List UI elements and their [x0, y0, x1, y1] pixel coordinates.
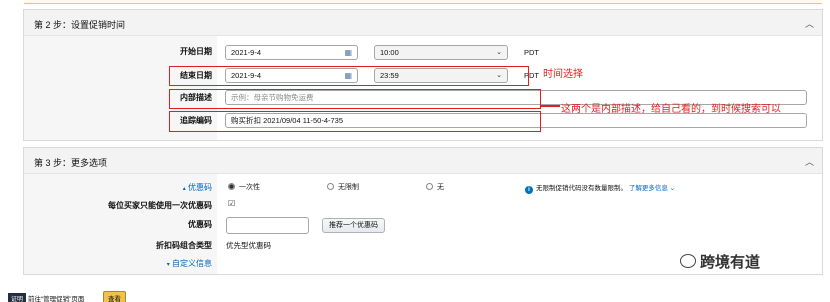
annotation-box-internal-desc [169, 89, 541, 109]
radio-icon [426, 183, 433, 190]
learn-more-link[interactable]: 了解更多信息 [629, 185, 668, 192]
annotation-time-note: 时间选择 [543, 69, 583, 80]
once-per-buyer-checkbox[interactable]: ☑ [228, 199, 235, 208]
radio-once[interactable]: 一次性 [228, 182, 260, 192]
suggest-coupon-button[interactable]: 推荐一个优惠码 [322, 218, 385, 233]
chevron-down-icon: ⌄ [667, 185, 676, 192]
step3-header[interactable]: 第 3 步：更多选项 ︿ [24, 148, 822, 174]
view-button[interactable]: 查看 [103, 291, 126, 302]
start-time-value: 10:00 [380, 48, 399, 57]
calendar-icon[interactable]: ▦ [344, 47, 352, 59]
annotation-desc-note: 这两个是内部描述，给自己看的，到时候搜索可以 [561, 104, 781, 115]
radio-unlimited[interactable]: 无限制 [327, 182, 359, 192]
combo-type-value: 优先型优惠码 [226, 241, 271, 250]
coupon-info: i 无限制促销代码没有数量限制。 了解更多信息 ⌄ [525, 182, 675, 194]
chevron-up-icon[interactable]: ︿ [805, 17, 814, 30]
coupon-code-input[interactable] [226, 217, 309, 234]
radio-icon [327, 183, 334, 190]
radio-unlimited-label: 无限制 [338, 184, 359, 191]
start-date-input[interactable]: 2021-9-4 ▦ [225, 45, 358, 60]
coupon-type-label[interactable]: ▴ 优惠码 [120, 182, 212, 193]
combo-type-label: 折扣码组合类型 [156, 241, 212, 250]
radio-none-label: 无 [437, 184, 444, 191]
radio-selected-icon [228, 183, 235, 190]
annotation-box-end-date [169, 66, 529, 86]
top-notice-edge [24, 0, 822, 4]
coupon-info-text: 无限制促销代码没有数量限制。 [536, 185, 627, 192]
start-time-select[interactable]: 10:00 ⌄ [374, 45, 508, 60]
start-timezone: PDT [524, 48, 539, 57]
step3-title: 第 3 步：更多选项 [34, 158, 108, 168]
custom-info-text: 自定义信息 [172, 259, 212, 268]
caret-down-icon: ▾ [166, 262, 170, 268]
footer-tag: 证明 [8, 293, 27, 302]
custom-info-toggle[interactable]: ▾ 自定义信息 [120, 258, 212, 269]
goto-manage-promotions[interactable]: 前往“管理促销”页面 [28, 293, 84, 302]
step2-header[interactable]: 第 2 步：设置促销时间 ︿ [24, 10, 822, 36]
info-icon: i [525, 186, 533, 194]
caret-up-icon: ▴ [182, 186, 186, 192]
coupon-code-label: 优惠码 [188, 220, 212, 229]
coupon-type-text: 优惠码 [188, 183, 212, 192]
start-date-value: 2021-9-4 [231, 48, 262, 57]
chevron-up-icon[interactable]: ︿ [805, 155, 814, 168]
step2-title: 第 2 步：设置促销时间 [34, 20, 126, 30]
wechat-icon [680, 254, 696, 268]
radio-none[interactable]: 无 [426, 182, 444, 192]
chevron-down-icon: ⌄ [496, 49, 502, 56]
annotation-connector [541, 105, 560, 107]
radio-once-label: 一次性 [239, 184, 260, 191]
once-per-buyer-label: 每位买家只能使用一次优惠码 [108, 201, 212, 210]
watermark-text: 跨境有道 [700, 254, 761, 271]
start-date-label: 开始日期 [180, 47, 212, 56]
annotation-box-tracking-code [169, 111, 541, 132]
